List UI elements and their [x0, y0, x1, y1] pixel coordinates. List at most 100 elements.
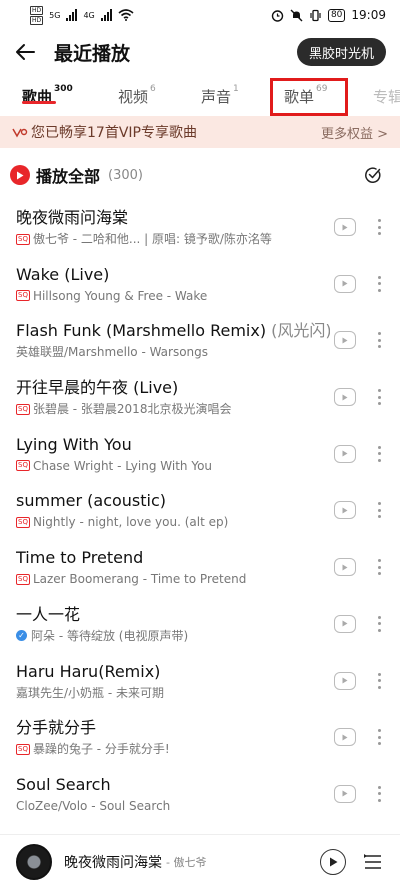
song-alias: (风光闪): [271, 321, 330, 341]
vibrate-icon: [310, 9, 321, 21]
song-row[interactable]: summer (acoustic) SQ Nightly - night, lov…: [0, 482, 400, 539]
song-title: Wake (Live): [16, 264, 110, 284]
playlist-button[interactable]: [362, 851, 384, 873]
play-icon: [342, 337, 348, 344]
mv-play-button[interactable]: [334, 784, 356, 803]
mini-player[interactable]: 晚夜微雨问海棠 - 傲七爷: [0, 834, 400, 888]
album-disc[interactable]: [16, 843, 52, 880]
more-options-button[interactable]: [374, 556, 384, 578]
tab-videos[interactable]: 视频 6: [118, 76, 156, 114]
clock: 19:09: [351, 8, 386, 22]
play-icon: [342, 620, 348, 627]
song-row[interactable]: 晚夜微雨问海棠 SQ 傲七爷 - 二哈和他... | 原唱: 镜予歌/陈亦洺等: [0, 199, 400, 256]
active-tab-indicator: [22, 101, 56, 104]
sq-badge: SQ: [16, 573, 30, 585]
song-row[interactable]: Haru Haru(Remix) 嘉琪先生/小奶瓶 - 未来可期: [0, 653, 400, 710]
battery-indicator: 80: [327, 8, 346, 22]
sq-badge: SQ: [16, 460, 30, 472]
more-options-button[interactable]: [374, 273, 384, 295]
play-icon: [342, 564, 348, 571]
mv-play-button[interactable]: [334, 558, 356, 577]
mv-play-button[interactable]: [334, 444, 356, 463]
mv-play-button[interactable]: [334, 331, 356, 350]
play-all-count: (300): [108, 167, 143, 183]
sq-badge: SQ: [16, 403, 30, 415]
vip-banner[interactable]: 您已畅享17首VIP专享歌曲 更多权益 >: [0, 116, 400, 148]
more-options-button[interactable]: [374, 443, 384, 465]
more-options-button[interactable]: [374, 726, 384, 748]
play-icon: [342, 677, 348, 684]
sq-badge: SQ: [16, 516, 30, 528]
verified-check-icon: ✓: [16, 630, 27, 642]
more-options-button[interactable]: [374, 670, 384, 692]
song-subtitle: 英雄联盟/Marshmello - Warsongs: [16, 345, 209, 360]
song-row[interactable]: 分手就分手 SQ 暴躁的兔子 - 分手就分手!: [0, 709, 400, 766]
network-type-1: 5G: [49, 10, 61, 20]
song-row[interactable]: Flash Funk (Marshmello Remix) (风光闪) 英雄联盟…: [0, 312, 400, 369]
more-benefits-link[interactable]: 更多权益 >: [321, 123, 388, 142]
song-title: Haru Haru(Remix): [16, 661, 161, 681]
play-icon: [342, 507, 348, 514]
mv-play-button[interactable]: [334, 218, 356, 236]
song-subtitle: 阿朵 - 等待绽放 (电视原声带): [31, 628, 189, 643]
song-row[interactable]: 一人一花 ✓ 阿朵 - 等待绽放 (电视原声带): [0, 596, 400, 653]
song-row[interactable]: 开往早晨的午夜 (Live) SQ 张碧晨 - 张碧晨2018北京极光演唱会: [0, 369, 400, 426]
song-row[interactable]: Time to Pretend SQ Lazer Boomerang - Time…: [0, 539, 400, 596]
play-icon: [342, 790, 348, 797]
play-all-row[interactable]: 播放全部 (300): [0, 158, 400, 192]
mv-play-button[interactable]: [334, 614, 356, 633]
song-title: 一人一花: [16, 604, 81, 624]
more-options-button[interactable]: [374, 216, 384, 238]
song-subtitle: CloZee/Volo - Soul Search: [16, 798, 171, 813]
playlist-icon: [364, 853, 381, 869]
sq-badge: SQ: [16, 233, 30, 245]
song-subtitle: Hillsong Young & Free - Wake: [32, 288, 208, 303]
play-all-icon: [10, 165, 30, 185]
mv-play-button[interactable]: [334, 501, 356, 520]
more-options-button[interactable]: [374, 613, 384, 635]
mv-play-button[interactable]: [334, 274, 356, 293]
signal-icon: [66, 9, 78, 21]
song-title: Soul Search: [16, 774, 111, 794]
network-type-2: 4G: [83, 10, 95, 20]
play-icon: [342, 280, 348, 287]
arrow-left-icon: [16, 44, 35, 60]
play-icon: [342, 224, 348, 230]
song-subtitle: 傲七爷 - 二哈和他... | 原唱: 镜予歌/陈亦洺等: [32, 232, 272, 246]
now-playing-title: 晚夜微雨问海棠: [64, 854, 162, 871]
song-title: Lying With You: [16, 434, 132, 454]
vinyl-time-machine-button[interactable]: 黑胶时光机: [296, 38, 386, 66]
play-all-label: 播放全部: [36, 167, 101, 186]
song-title: summer (acoustic): [16, 491, 167, 511]
play-icon: [329, 857, 337, 866]
play-pause-button[interactable]: [320, 848, 346, 875]
song-subtitle: Lazer Boomerang - Time to Pretend: [32, 572, 247, 587]
song-subtitle: Nightly - night, love you. (alt ep): [32, 515, 229, 530]
sq-badge: SQ: [16, 743, 30, 755]
more-options-button[interactable]: [374, 783, 384, 805]
song-row[interactable]: Soul Search CloZee/Volo - Soul Search: [0, 766, 400, 823]
tab-songs[interactable]: 歌曲 300: [22, 76, 73, 114]
mute-icon: [290, 9, 303, 21]
song-subtitle: Chase Wright - Lying With You: [32, 458, 213, 473]
song-row[interactable]: Wake (Live) SQ Hillsong Young & Free - Wa…: [0, 256, 400, 313]
mv-play-button[interactable]: [334, 671, 356, 690]
more-options-button[interactable]: [374, 386, 384, 408]
mv-play-button[interactable]: [334, 728, 356, 747]
page-header: 最近播放 黑胶时光机: [0, 32, 400, 72]
mv-play-button[interactable]: [334, 388, 356, 407]
song-list: 晚夜微雨问海棠 SQ 傲七爷 - 二哈和他... | 原唱: 镜予歌/陈亦洺等 W…: [0, 199, 400, 823]
multi-select-button[interactable]: [362, 164, 384, 186]
song-title: 晚夜微雨问海棠: [16, 208, 129, 227]
sq-badge: SQ: [16, 290, 30, 302]
tab-audio[interactable]: 声音 1: [201, 76, 239, 114]
song-title: Time to Pretend: [16, 548, 144, 568]
song-row[interactable]: Lying With You SQ Chase Wright - Lying Wi…: [0, 426, 400, 483]
tab-playlists[interactable]: 歌单 69: [284, 76, 327, 114]
back-button[interactable]: [10, 37, 40, 67]
more-options-button[interactable]: [374, 329, 384, 351]
more-options-button[interactable]: [374, 499, 384, 521]
tab-albums[interactable]: 专辑: [373, 76, 400, 114]
vip-icon: [12, 128, 28, 138]
status-bar: HD HD 5G 4G 80 19:09: [0, 0, 400, 30]
